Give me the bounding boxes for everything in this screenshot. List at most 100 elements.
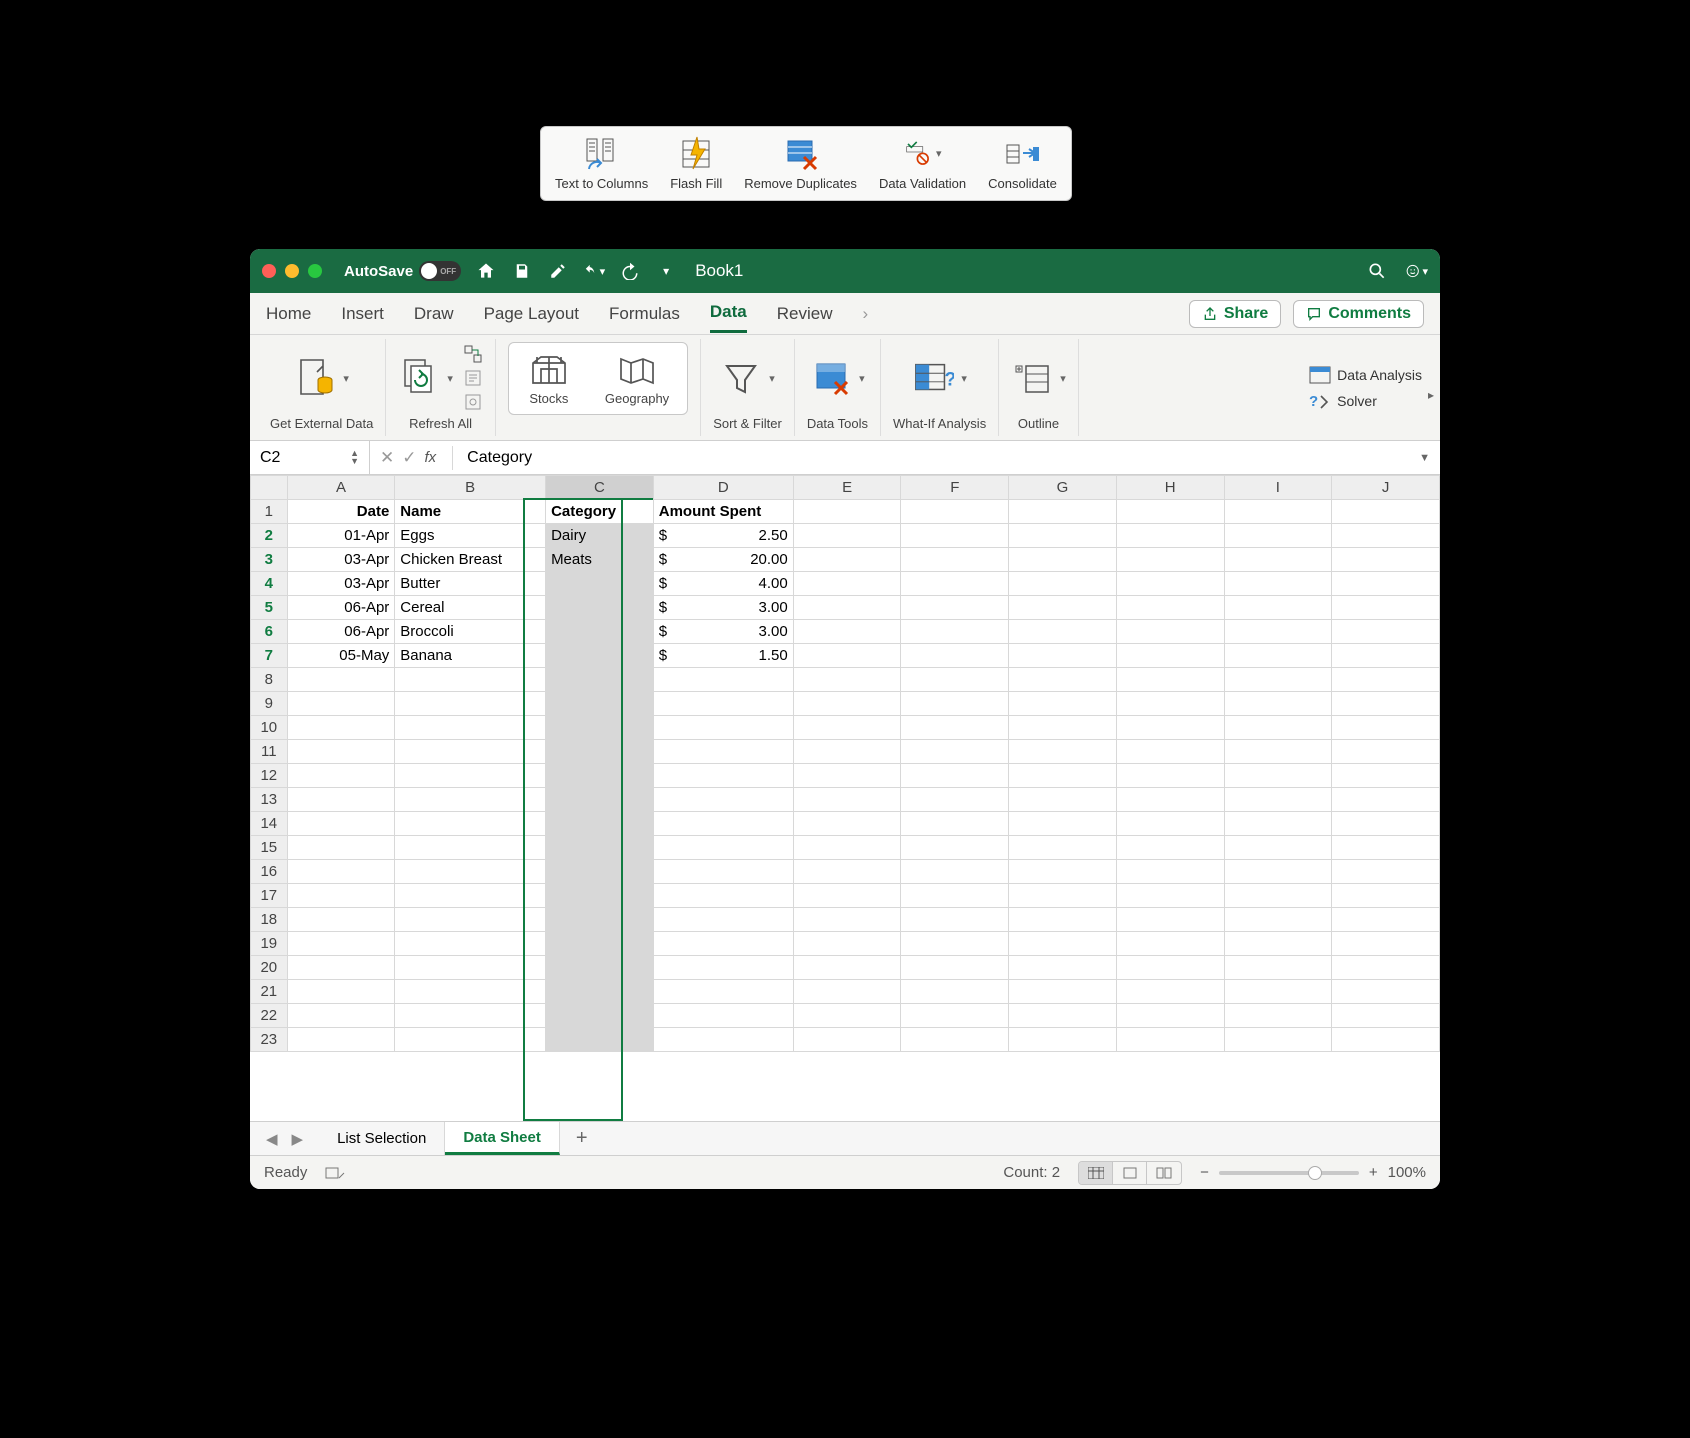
cell-G6[interactable]: [1009, 620, 1117, 644]
cell-F19[interactable]: [901, 932, 1009, 956]
cell-G14[interactable]: [1009, 812, 1117, 836]
cell-A22[interactable]: [287, 1004, 395, 1028]
cell-C15[interactable]: [546, 836, 654, 860]
cell-E16[interactable]: [793, 860, 901, 884]
cell-I8[interactable]: [1224, 668, 1332, 692]
cell-A7[interactable]: 05-May: [287, 644, 395, 668]
row-header[interactable]: 6: [251, 620, 288, 644]
cell-A15[interactable]: [287, 836, 395, 860]
select-all-cell[interactable]: [251, 476, 288, 500]
cell-H10[interactable]: [1116, 716, 1224, 740]
cell-C21[interactable]: [546, 980, 654, 1004]
cell-C11[interactable]: [546, 740, 654, 764]
cell-F2[interactable]: [901, 524, 1009, 548]
cell-C9[interactable]: [546, 692, 654, 716]
cell-G9[interactable]: [1009, 692, 1117, 716]
cell-B19[interactable]: [395, 932, 546, 956]
cell-F8[interactable]: [901, 668, 1009, 692]
cell-I22[interactable]: [1224, 1004, 1332, 1028]
zoom-in-button[interactable]: +: [1369, 1164, 1378, 1181]
cell-C20[interactable]: [546, 956, 654, 980]
cell-E13[interactable]: [793, 788, 901, 812]
cell-E8[interactable]: [793, 668, 901, 692]
cell-E3[interactable]: [793, 548, 901, 572]
cell-H23[interactable]: [1116, 1028, 1224, 1052]
cell-I4[interactable]: [1224, 572, 1332, 596]
qat-customize-icon[interactable]: ▾: [655, 260, 677, 282]
cell-E19[interactable]: [793, 932, 901, 956]
cell-D1[interactable]: Amount Spent: [653, 500, 793, 524]
column-header-I[interactable]: I: [1224, 476, 1332, 500]
column-header-C[interactable]: C: [546, 476, 654, 500]
cell-E11[interactable]: [793, 740, 901, 764]
column-header-J[interactable]: J: [1332, 476, 1440, 500]
cell-B15[interactable]: [395, 836, 546, 860]
cell-J10[interactable]: [1332, 716, 1440, 740]
column-header-A[interactable]: A: [287, 476, 395, 500]
stocks-button[interactable]: Stocks: [527, 351, 571, 406]
data-analysis-button[interactable]: Data Analysis: [1309, 366, 1422, 384]
ribbon-sort-filter[interactable]: ▾ Sort & Filter: [701, 339, 795, 436]
cell-H2[interactable]: [1116, 524, 1224, 548]
cell-E4[interactable]: [793, 572, 901, 596]
cell-E17[interactable]: [793, 884, 901, 908]
cell-B12[interactable]: [395, 764, 546, 788]
column-header-G[interactable]: G: [1009, 476, 1117, 500]
cell-J18[interactable]: [1332, 908, 1440, 932]
cell-D13[interactable]: [653, 788, 793, 812]
cell-D17[interactable]: [653, 884, 793, 908]
tab-review[interactable]: Review: [777, 296, 833, 332]
cell-B13[interactable]: [395, 788, 546, 812]
cell-D20[interactable]: [653, 956, 793, 980]
cell-D15[interactable]: [653, 836, 793, 860]
cell-J7[interactable]: [1332, 644, 1440, 668]
row-header[interactable]: 5: [251, 596, 288, 620]
cell-G17[interactable]: [1009, 884, 1117, 908]
row-header[interactable]: 17: [251, 884, 288, 908]
row-header[interactable]: 22: [251, 1004, 288, 1028]
cell-A3[interactable]: 03-Apr: [287, 548, 395, 572]
ribbon-data-tools[interactable]: ▾ Data Tools: [795, 339, 881, 436]
cell-E22[interactable]: [793, 1004, 901, 1028]
cell-C22[interactable]: [546, 1004, 654, 1028]
cell-J12[interactable]: [1332, 764, 1440, 788]
cell-D21[interactable]: [653, 980, 793, 1004]
row-header[interactable]: 10: [251, 716, 288, 740]
cell-J16[interactable]: [1332, 860, 1440, 884]
cell-G23[interactable]: [1009, 1028, 1117, 1052]
cell-I14[interactable]: [1224, 812, 1332, 836]
cell-D3[interactable]: $20.00: [653, 548, 793, 572]
cell-E21[interactable]: [793, 980, 901, 1004]
zoom-slider[interactable]: [1219, 1171, 1359, 1175]
cell-I16[interactable]: [1224, 860, 1332, 884]
autosave-switch[interactable]: OFF: [419, 261, 461, 281]
cell-G18[interactable]: [1009, 908, 1117, 932]
cell-A13[interactable]: [287, 788, 395, 812]
formula-input[interactable]: Category: [459, 449, 1409, 467]
namebox-stepper-icon[interactable]: ▲▼: [350, 450, 359, 464]
cell-G13[interactable]: [1009, 788, 1117, 812]
row-header[interactable]: 1: [251, 500, 288, 524]
cell-C6[interactable]: [546, 620, 654, 644]
properties-icon[interactable]: [463, 368, 483, 388]
cell-H13[interactable]: [1116, 788, 1224, 812]
cell-H14[interactable]: [1116, 812, 1224, 836]
cell-A1[interactable]: Date: [287, 500, 395, 524]
row-header[interactable]: 7: [251, 644, 288, 668]
cell-A8[interactable]: [287, 668, 395, 692]
cell-A10[interactable]: [287, 716, 395, 740]
cell-J17[interactable]: [1332, 884, 1440, 908]
column-header-D[interactable]: D: [653, 476, 793, 500]
cell-C12[interactable]: [546, 764, 654, 788]
cell-H17[interactable]: [1116, 884, 1224, 908]
spreadsheet-grid[interactable]: ABCDEFGHIJ 1DateNameCategoryAmount Spent…: [250, 475, 1440, 1121]
row-header[interactable]: 3: [251, 548, 288, 572]
cell-C16[interactable]: [546, 860, 654, 884]
cell-G21[interactable]: [1009, 980, 1117, 1004]
cell-G12[interactable]: [1009, 764, 1117, 788]
cell-B8[interactable]: [395, 668, 546, 692]
cell-E23[interactable]: [793, 1028, 901, 1052]
cell-J19[interactable]: [1332, 932, 1440, 956]
cell-D6[interactable]: $3.00: [653, 620, 793, 644]
cell-F1[interactable]: [901, 500, 1009, 524]
